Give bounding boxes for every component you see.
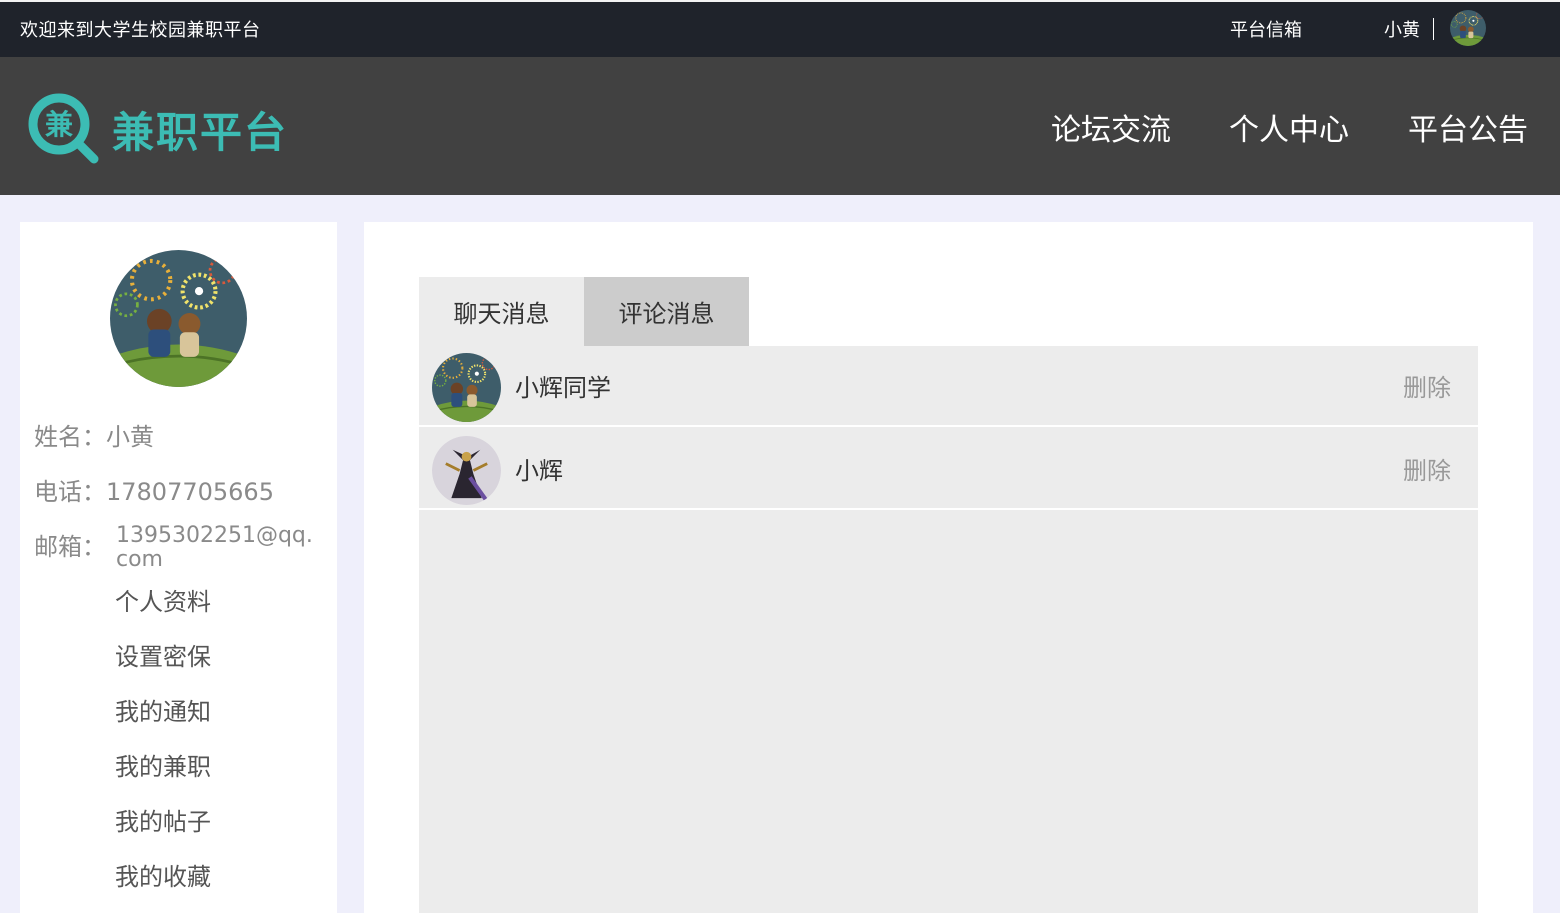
list-item[interactable]: 小辉 删除 <box>419 429 1478 510</box>
list-item[interactable]: 小辉同学 删除 <box>419 346 1478 427</box>
menu-personal-info[interactable]: 个人资料 <box>115 582 211 617</box>
sender-avatar <box>432 436 501 505</box>
name-value: 小黄 <box>106 423 154 451</box>
warrior-avatar-icon <box>432 436 501 505</box>
top-bar: 欢迎来到大学生校园兼职平台 平台信箱 小黄 <box>0 0 1560 57</box>
divider <box>1433 18 1434 40</box>
sender-avatar <box>432 353 501 422</box>
phone-value: 17807705665 <box>106 478 274 506</box>
email-label: 邮箱： <box>34 533 106 561</box>
nav-forum[interactable]: 论坛交流 <box>1051 105 1171 149</box>
nav-personal-center[interactable]: 个人中心 <box>1229 105 1349 149</box>
messages-panel: 聊天消息 评论消息 小辉同学 删除 小辉 删除 <box>364 222 1533 913</box>
tab-comment-messages[interactable]: 评论消息 <box>584 277 749 346</box>
current-username[interactable]: 小黄 <box>1384 16 1420 42</box>
profile-sidebar: 姓名：小黄 电话：17807705665 邮箱： 1395302251@qq.c… <box>20 222 337 913</box>
menu-security-question[interactable]: 设置密保 <box>115 637 211 672</box>
fireworks-avatar-icon <box>1450 10 1486 46</box>
delete-button[interactable]: 删除 <box>1403 451 1451 486</box>
email-value: 1395302251@qq.com <box>116 523 313 572</box>
sender-name[interactable]: 小辉 <box>515 451 563 486</box>
nav-announcements[interactable]: 平台公告 <box>1408 105 1528 149</box>
menu-my-posts[interactable]: 我的帖子 <box>115 802 211 837</box>
profile-avatar[interactable] <box>110 250 247 387</box>
message-list: 小辉同学 删除 小辉 删除 <box>419 346 1478 913</box>
delete-button[interactable]: 删除 <box>1403 368 1451 403</box>
fireworks-avatar-icon <box>432 353 501 422</box>
logo-char: 兼 <box>45 108 73 141</box>
name-label: 姓名： <box>34 423 106 451</box>
profile-phone-row: 电话：17807705665 <box>34 472 274 507</box>
menu-my-jobs[interactable]: 我的兼职 <box>115 747 211 782</box>
user-avatar[interactable] <box>1450 10 1486 46</box>
sender-name[interactable]: 小辉同学 <box>515 368 611 403</box>
platform-mailbox-link[interactable]: 平台信箱 <box>1230 16 1302 42</box>
brand-title[interactable]: 兼职平台 <box>112 99 288 160</box>
fireworks-avatar-icon <box>110 250 247 387</box>
phone-label: 电话： <box>34 478 106 506</box>
welcome-text: 欢迎来到大学生校园兼职平台 <box>20 20 261 41</box>
menu-my-notifications[interactable]: 我的通知 <box>115 692 211 727</box>
main-header: 兼 兼职平台 论坛交流 个人中心 平台公告 <box>0 57 1560 195</box>
profile-name-row: 姓名：小黄 <box>34 417 154 452</box>
tab-chat-messages[interactable]: 聊天消息 <box>419 277 584 346</box>
logo-icon[interactable]: 兼 <box>26 91 100 165</box>
menu-my-favorites[interactable]: 我的收藏 <box>115 857 211 892</box>
